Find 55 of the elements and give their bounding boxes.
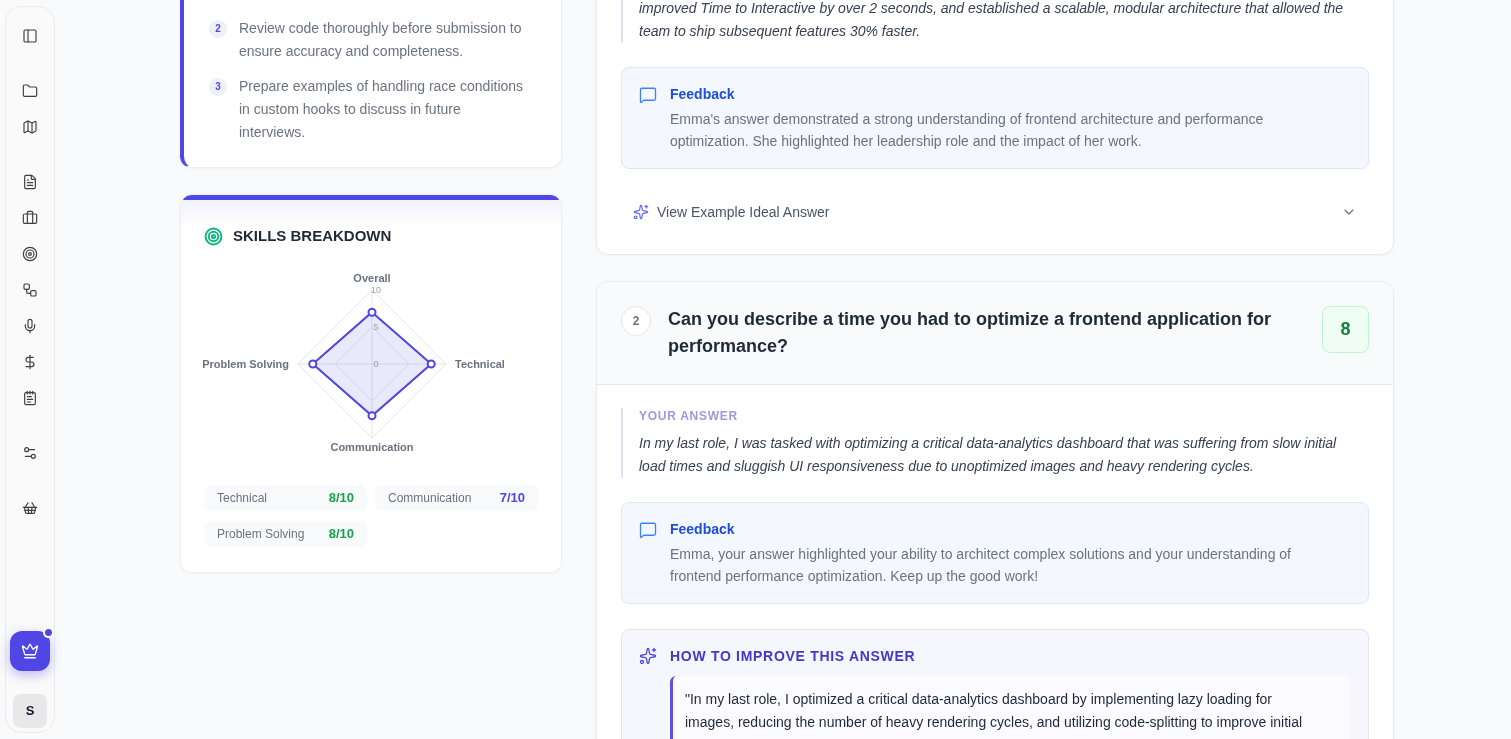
feedback-text: Emma, your answer highlighted your ability to architect complex solutions and your understanding of frontend performance optimization. Keep up the good work! (670, 545, 1292, 586)
answer-label: YOUR ANSWER (639, 408, 739, 424)
axis-label: Technical (455, 358, 505, 370)
question-text: Can you describe a time you had to optimize a frontend application for performance? (668, 308, 1273, 358)
sparkles-icon (639, 647, 657, 665)
score-label: Technical (217, 490, 268, 507)
answer-text: In my last role, I was tasked with optimizing a critical data-analytics dashboard that was suffering from slow initial load times and sluggish UI responsiveness due to unoptimized images and heavy rendering cycles. (639, 434, 1338, 476)
step-number: 2 (209, 19, 227, 38)
axis-label: Communication (330, 441, 414, 453)
dollar-icon[interactable] (22, 354, 38, 370)
target-icon[interactable] (22, 246, 38, 262)
answer-text: improved Time to Interactive by over 2 seconds, and established a scalable, modular architecture that allowed the team to ship subsequent features 30% faster. (639, 0, 1345, 41)
folder-icon[interactable] (22, 83, 38, 99)
data-point (308, 359, 318, 369)
tick-label: 0 (373, 359, 379, 369)
upgrade-button[interactable] (10, 631, 50, 671)
tick-label: 10 (371, 285, 381, 295)
data-point (367, 307, 377, 317)
briefcase-icon[interactable] (22, 210, 38, 226)
basket-icon[interactable] (22, 500, 38, 516)
step-number: 3 (209, 77, 227, 96)
document-icon[interactable] (22, 174, 38, 190)
axis-label: Problem Solving (202, 358, 289, 370)
target-icon (204, 226, 223, 246)
tick-label: 5 (373, 322, 379, 332)
notepad-icon[interactable] (22, 390, 38, 406)
feedback-text: Emma's answer demonstrated a strong understanding of frontend architecture and performance optimization. She highlighted her leadership role and the impact of her work. (670, 110, 1265, 151)
sparkles-icon (633, 204, 649, 220)
map-icon[interactable] (22, 119, 38, 135)
question-number: 2 (621, 306, 651, 336)
score-value: 8/10 (328, 489, 354, 508)
feedback-title: Feedback (670, 85, 736, 104)
improvement-title: HOW TO IMPROVE THIS ANSWER (670, 647, 916, 666)
score-value: 8/10 (328, 525, 354, 544)
workflow-icon[interactable] (22, 282, 38, 298)
score-value: 8 (1322, 306, 1369, 353)
score-label: Communication (388, 490, 472, 507)
message-icon (639, 86, 657, 104)
user-avatar[interactable]: S (13, 694, 47, 728)
sidebar-toggle-icon[interactable] (22, 28, 38, 44)
axis-label: Overall (353, 272, 391, 284)
step-text: Prepare examples of handling race conditions in custom hooks to discuss in future interviews. (239, 77, 525, 142)
data-point (367, 411, 377, 421)
score-value: 7/10 (499, 489, 525, 508)
settings-icon[interactable] (22, 445, 38, 461)
improved-answer-text: "In my last role, I optimized a critical data-analytics dashboard by implementing lazy loading for images, reducing the number of heavy rendering cycles, and utilizing code-splitting to improve initial (685, 690, 1304, 732)
microphone-icon[interactable] (22, 318, 38, 334)
crown-icon (21, 642, 39, 660)
feedback-title: Feedback (670, 520, 736, 539)
score-label: Problem Solving (217, 526, 305, 543)
card-title: SKILLS BREAKDOWN (233, 226, 392, 246)
step-text: Review code thoroughly before submission to ensure accuracy and completeness. (239, 19, 523, 61)
message-icon (639, 521, 657, 539)
data-point (426, 359, 436, 369)
ideal-answer-toggle[interactable]: View Example Ideal Answer (621, 190, 1369, 234)
